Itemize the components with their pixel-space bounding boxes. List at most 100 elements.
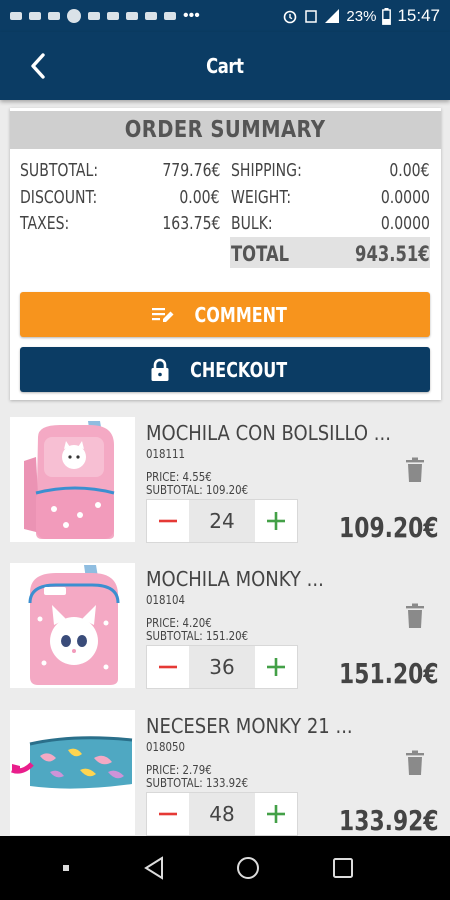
product-image[interactable] — [10, 563, 135, 688]
checkout-button[interactable]: CHECKOUT — [20, 347, 430, 392]
navigation-bar — [0, 836, 450, 900]
weight-value: 0.0000 — [380, 187, 430, 208]
notification-icon — [29, 12, 41, 20]
product-image[interactable] — [10, 417, 135, 542]
usb-icon — [164, 12, 176, 20]
overview-icon[interactable] — [332, 857, 354, 879]
subtotal-label: SUBTOTAL: — [20, 160, 99, 181]
system-icons: 23% 15:47 — [282, 6, 440, 26]
notification-icon — [126, 12, 138, 20]
shipping-label: SHIPPING: — [231, 160, 302, 181]
trash-icon — [406, 750, 424, 775]
product-prices: PRICE: 4.55€ SUBTOTAL: 109.20€ — [146, 471, 248, 497]
product-subtotal: SUBTOTAL: 151.20€ — [146, 629, 249, 643]
back-nav-icon[interactable] — [143, 856, 165, 880]
product-code: 018050 — [146, 740, 185, 754]
alarm-icon — [284, 10, 297, 24]
backpack-image — [24, 421, 115, 539]
taxes-value: 163.75€ — [161, 213, 220, 234]
product-prices: PRICE: 2.79€ SUBTOTAL: 133.92€ — [146, 764, 248, 790]
notification-icon — [107, 12, 119, 20]
product-total: 133.92€ — [339, 804, 439, 837]
decrease-button[interactable] — [147, 793, 189, 835]
pencil-case-image — [11, 736, 133, 789]
product-total: 151.20€ — [339, 657, 439, 690]
weight-label: WEIGHT: — [231, 187, 292, 208]
plus-icon — [267, 658, 285, 676]
product-code: 018104 — [146, 593, 185, 607]
data-icon — [305, 10, 318, 23]
plus-icon — [267, 512, 285, 530]
delete-button[interactable] — [404, 750, 426, 776]
recents-dot-icon[interactable] — [61, 863, 71, 873]
product-code: 018111 — [146, 447, 185, 461]
product-prices: PRICE: 4.20€ SUBTOTAL: 151.20€ — [146, 617, 248, 643]
minus-icon — [159, 519, 177, 523]
shipping-value: 0.00€ — [389, 160, 430, 181]
order-summary-header: ORDER SUMMARY — [10, 111, 441, 149]
screen: ••• 23% 15:47 Cart ORDER SUMMARY SUBTOTA… — [0, 0, 450, 900]
clock: 15:47 — [397, 6, 440, 25]
notification-icon — [48, 12, 60, 20]
product-image[interactable] — [10, 710, 135, 835]
decrease-button[interactable] — [147, 500, 189, 542]
plus-icon — [267, 805, 285, 823]
notification-icon — [88, 12, 100, 20]
discount-label: DISCOUNT: — [20, 187, 98, 208]
battery-percent: 23% — [346, 7, 377, 25]
trash-icon — [406, 603, 424, 628]
minus-icon — [159, 665, 177, 669]
checkout-button-label: CHECKOUT — [190, 357, 288, 382]
app-bar: Cart — [0, 32, 450, 100]
increase-button[interactable] — [255, 793, 297, 835]
delete-button[interactable] — [404, 457, 426, 483]
increase-button[interactable] — [255, 646, 297, 688]
product-subtotal: SUBTOTAL: 133.92€ — [146, 776, 249, 790]
total-value: 943.51€ — [355, 242, 430, 266]
bulk-value: 0.0000 — [380, 213, 430, 234]
quantity-field[interactable]: 48 — [189, 793, 255, 835]
order-summary-title: ORDER SUMMARY — [125, 117, 326, 143]
delete-button[interactable] — [404, 603, 426, 629]
bulk-label: BULK: — [231, 213, 273, 234]
product-total: 109.20€ — [339, 511, 439, 544]
product-name[interactable]: MOCHILA CON BOLSILLO ... — [146, 421, 391, 445]
comment-button-label: COMMENT — [194, 302, 288, 327]
cart-item: NECESER MONKY 21 ... 018050 PRICE: 2.79€… — [10, 710, 441, 846]
chevron-left-icon — [31, 53, 45, 79]
quantity-field[interactable]: 36 — [189, 646, 255, 688]
signal-icon — [325, 9, 340, 23]
product-name[interactable]: NECESER MONKY 21 ... — [146, 714, 353, 738]
play-icon — [67, 9, 81, 23]
comment-icon — [152, 307, 174, 322]
trash-icon — [406, 457, 424, 482]
order-summary-card: ORDER SUMMARY SUBTOTAL: 779.76€ DISCOUNT… — [10, 108, 441, 400]
taxes-label: TAXES: — [20, 213, 70, 234]
status-bar: ••• 23% 15:47 — [0, 0, 450, 32]
discount-value: 0.00€ — [179, 187, 220, 208]
quantity-stepper: 24 — [146, 499, 298, 543]
cart-item: MOCHILA MONKY ... 018104 PRICE: 4.20€ SU… — [10, 563, 441, 699]
back-button[interactable] — [18, 46, 58, 86]
quantity-field[interactable]: 24 — [189, 500, 255, 542]
total-label: TOTAL — [231, 242, 290, 266]
quantity-stepper: 36 — [146, 645, 298, 689]
decrease-button[interactable] — [147, 646, 189, 688]
subtotal-value: 779.76€ — [161, 160, 220, 181]
notification-icon — [10, 12, 22, 20]
home-icon[interactable] — [236, 856, 260, 880]
notification-icons: ••• — [10, 7, 282, 25]
more-notifications-icon: ••• — [183, 7, 200, 24]
backpack-image — [28, 565, 120, 685]
comment-button[interactable]: COMMENT — [20, 292, 430, 337]
page-title: Cart — [206, 54, 244, 78]
lock-icon — [151, 358, 169, 381]
increase-button[interactable] — [255, 500, 297, 542]
quantity-stepper: 48 — [146, 792, 298, 836]
minus-icon — [159, 812, 177, 816]
battery-icon — [382, 7, 392, 25]
notification-icon — [145, 12, 157, 20]
cart-item: MOCHILA CON BOLSILLO ... 018111 PRICE: 4… — [10, 417, 441, 553]
product-name[interactable]: MOCHILA MONKY ... — [146, 567, 324, 591]
product-subtotal: SUBTOTAL: 109.20€ — [146, 483, 249, 497]
